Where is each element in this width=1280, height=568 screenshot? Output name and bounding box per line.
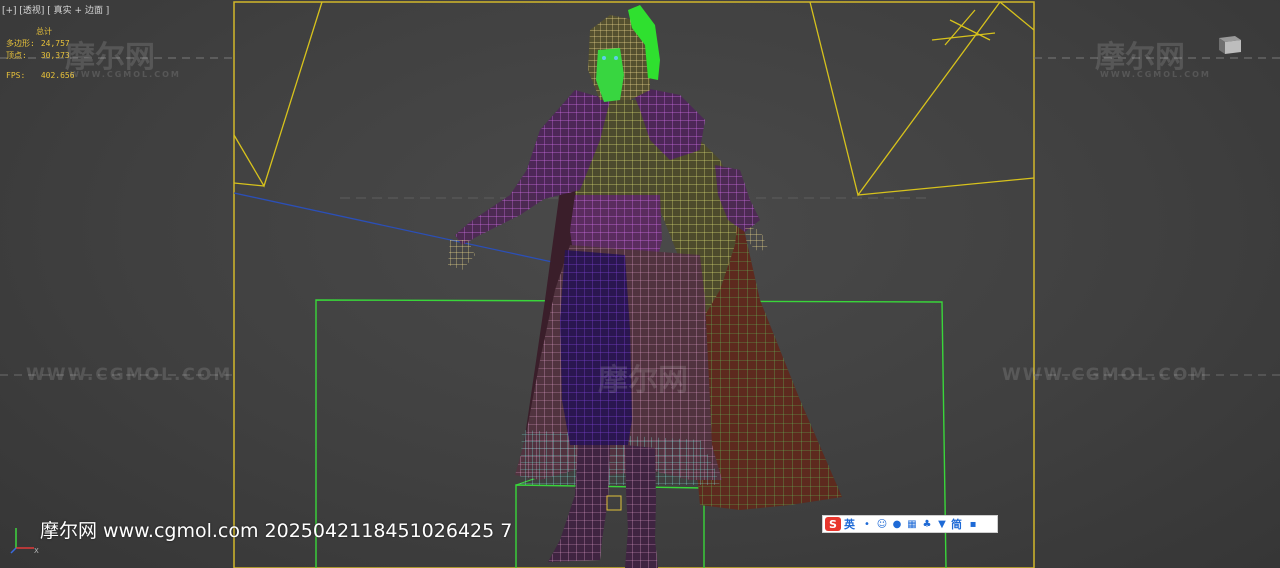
svg-text:X: X <box>34 547 39 555</box>
stats-fps-label: FPS: <box>6 71 26 80</box>
watermark-url: WWW.CGMOL.COM <box>26 365 233 385</box>
character-apron <box>560 250 632 445</box>
stats-verts-label: 顶点: <box>6 51 27 60</box>
punctuation-icon[interactable]: • <box>861 518 873 530</box>
ground-box-inner <box>515 484 705 568</box>
emoji-icon[interactable]: ☺ <box>876 518 888 530</box>
watermark-url: WWW.CGMOL.COM <box>1002 365 1209 385</box>
light-gizmo-right <box>931 32 996 41</box>
character-right-hand <box>745 226 768 252</box>
stats-polys-label: 多边形: <box>6 39 35 48</box>
sogou-logo-icon[interactable]: S <box>825 517 841 531</box>
pivot-marker <box>606 495 622 511</box>
light-gizmo-right <box>857 177 1035 196</box>
axis-gizmo-icon: X <box>10 528 39 555</box>
character-eye <box>614 56 618 60</box>
viewport-label[interactable]: [+] [透视] [ 真实 + 边面 ] <box>2 3 109 16</box>
3d-viewport[interactable]: [+] [透视] [ 真实 + 边面 ] 总计 多边形: 24,757 顶点: … <box>0 0 1280 568</box>
toolbox-icon[interactable]: ♣ <box>921 518 933 530</box>
light-gizmo-right <box>999 1 1035 31</box>
keyboard-icon[interactable]: ▦ <box>906 518 918 530</box>
viewcube-icon[interactable] <box>1215 32 1245 56</box>
light-gizmo-right <box>944 9 976 46</box>
character-legs <box>625 445 658 568</box>
watermark-logo: 摩尔网 <box>598 363 688 398</box>
microphone-icon[interactable]: ● <box>891 518 903 530</box>
skin-icon[interactable]: ▼ <box>936 518 948 530</box>
ime-toolbar[interactable]: S 英 • ☺ ● ▦ ♣ ▼ 简 ▪ <box>822 515 998 533</box>
light-gizmo-left <box>233 182 265 187</box>
screenshot-stamp: 摩尔网 www.cgmol.com 2025042118451026425 7 <box>40 520 513 542</box>
scene-wireframe <box>0 1 1280 568</box>
ime-language-toggle[interactable]: 英 <box>844 516 858 532</box>
ime-simplified-toggle[interactable]: 简 <box>951 516 964 532</box>
character-eye <box>602 56 606 60</box>
watermark-domain: WWW.CGMOL.COM <box>1100 70 1211 79</box>
menu-grid-icon[interactable]: ▪ <box>967 518 979 530</box>
watermark-domain: WWW.CGMOL.COM <box>70 70 181 79</box>
light-gizmo-left <box>233 1 323 188</box>
